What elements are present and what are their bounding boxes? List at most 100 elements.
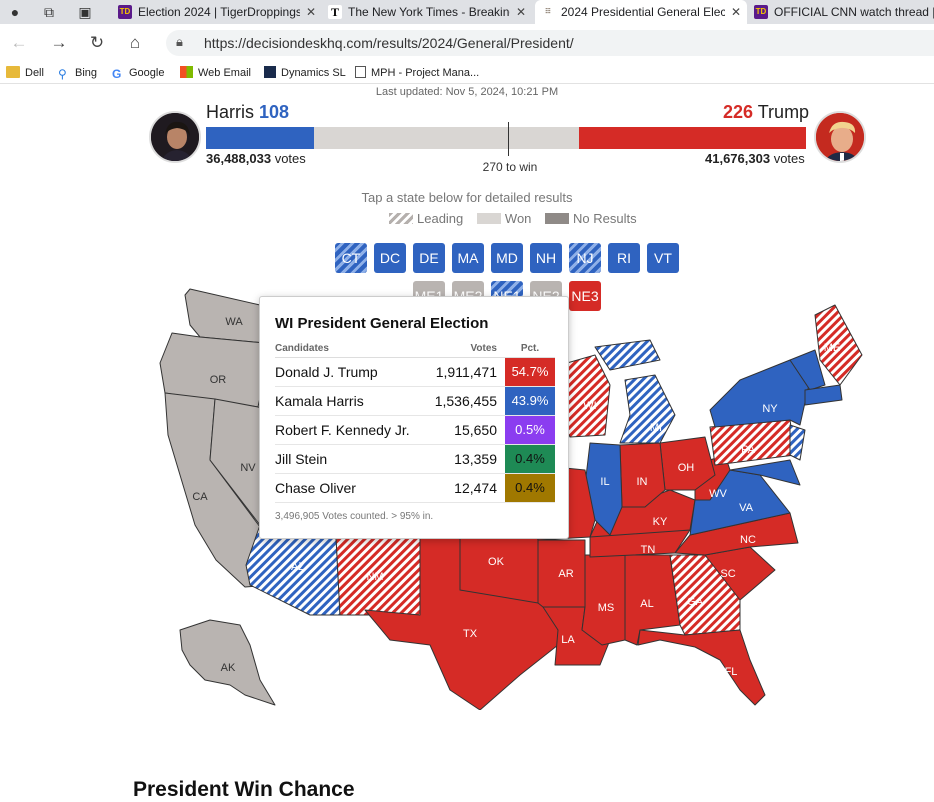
map-label-or: OR	[210, 374, 227, 386]
close-tab-icon[interactable]: ✕	[731, 0, 741, 24]
lock-icon[interactable]: 🔒︎	[176, 34, 183, 50]
last-updated: Last updated: Nov 5, 2024, 10:21 PM	[375, 86, 559, 98]
folder-icon	[6, 66, 20, 78]
map-label-ak: AK	[221, 662, 236, 674]
legend-no-results: No Results	[545, 211, 637, 226]
state-button-vt[interactable]: VT	[647, 243, 679, 273]
tooltip-title: WI President General Election	[275, 315, 489, 332]
trump-electoral-bar	[579, 127, 806, 149]
state-button-ma[interactable]: MA	[452, 243, 484, 273]
map-label-oh: OH	[678, 462, 695, 474]
state-button-ct[interactable]: CT	[335, 243, 367, 273]
map-label-nc: NC	[740, 534, 756, 546]
trump-avatar	[814, 111, 866, 163]
tigerdroppings-favicon-icon: TD	[118, 5, 132, 19]
bookmark-dell[interactable]: Dell	[6, 65, 44, 81]
map-label-in: IN	[637, 476, 648, 488]
state-button-dc[interactable]: DC	[374, 243, 406, 273]
bookmark-bing[interactable]: ⚲ Bing	[58, 65, 97, 81]
candidate-pct: 54.7%	[505, 357, 555, 387]
bookmark-web-email[interactable]: Web Email	[180, 65, 251, 81]
url-text[interactable]: https://decisiondeskhq.com/results/2024/…	[204, 35, 574, 51]
map-label-az: AZ	[291, 561, 305, 573]
header-candidates: Candidates	[275, 341, 427, 358]
map-label-pa: PA	[741, 444, 756, 456]
candidate-row: Donald J. Trump 1,911,471 54.7%	[275, 357, 555, 387]
legend-label: Won	[504, 211, 532, 226]
map-label-tx: TX	[463, 628, 478, 640]
trump-label: 226 Trump	[723, 102, 809, 123]
bookmark-mph[interactable]: MPH - Project Mana...	[355, 65, 479, 81]
bookmark-label: Dell	[25, 67, 44, 79]
state-button-nj[interactable]: NJ	[569, 243, 601, 273]
candidate-pct: 0.5%	[505, 415, 555, 445]
legend-swatch	[476, 213, 501, 224]
candidate-name: Kamala Harris	[275, 386, 427, 416]
legend-swatch	[389, 213, 413, 224]
candidate-row: Jill Stein 13,359 0.4%	[275, 444, 555, 474]
microsoft-icon	[180, 66, 193, 78]
state-results-tooltip: WI President General Election Candidates…	[259, 296, 569, 539]
workspaces-icon[interactable]: ⧉	[40, 3, 58, 21]
tab-tigerdroppings[interactable]: TD Election 2024 | TigerDroppings.co ✕	[112, 0, 322, 24]
candidate-votes: 13,359	[426, 444, 505, 474]
legend-label: No Results	[573, 211, 637, 226]
nyt-favicon-icon: T	[328, 5, 342, 19]
candidate-name: Donald J. Trump	[275, 357, 427, 387]
map-legend: Leading Won No Results	[389, 211, 647, 226]
harris-popular-votes: 36,488,033 votes	[206, 151, 306, 166]
map-label-ar: AR	[558, 568, 573, 580]
trump-votes-number: 41,676,303	[705, 151, 771, 166]
close-tab-icon[interactable]: ✕	[306, 0, 316, 24]
legend-won: Won	[476, 211, 532, 226]
state-button-de[interactable]: DE	[413, 243, 445, 273]
ddhq-favicon-icon: ☷	[541, 5, 555, 19]
bookmark-dynamics-sl[interactable]: Dynamics SL	[264, 65, 346, 81]
candidate-row: Robert F. Kennedy Jr. 15,650 0.5%	[275, 415, 555, 445]
candidate-row: Kamala Harris 1,536,455 43.9%	[275, 386, 555, 416]
map-label-ga: GA	[687, 596, 704, 608]
reload-icon[interactable]: ↻	[86, 32, 108, 54]
bookmark-label: Dynamics SL	[281, 67, 346, 79]
browser-nav-bar: ← → ↻ ⌂ 🔒︎ https://decisiondeskhq.com/re…	[0, 24, 934, 62]
tab-cnn-thread[interactable]: TD OFFICIAL CNN watch thread | Pag	[748, 0, 934, 24]
bookmark-google[interactable]: G Google	[112, 65, 164, 81]
trump-popular-votes: 41,676,303 votes	[705, 151, 805, 166]
harris-avatar	[149, 111, 201, 163]
candidate-name: Robert F. Kennedy Jr.	[275, 415, 427, 445]
state-ms	[581, 554, 626, 646]
map-label-al: AL	[640, 598, 653, 610]
map-label-wa: WA	[225, 316, 243, 328]
map-label-ms: MS	[598, 602, 615, 614]
map-label-ca: CA	[192, 491, 208, 503]
map-label-nv: NV	[240, 462, 256, 474]
home-icon[interactable]: ⌂	[124, 32, 146, 54]
state-button-ri[interactable]: RI	[608, 243, 640, 273]
legend-label: Leading	[417, 211, 464, 226]
map-label-ky: KY	[653, 516, 668, 528]
state-button-nh[interactable]: NH	[530, 243, 562, 273]
tigerdroppings-favicon-icon: TD	[754, 5, 768, 19]
tab-nytimes[interactable]: T The New York Times - Breaking N ✕	[322, 0, 532, 24]
tab-ddhq[interactable]: ☷ 2024 Presidential General Electio ✕	[535, 0, 747, 24]
candidate-name: Chase Oliver	[275, 473, 427, 503]
candidate-votes: 15,650	[426, 415, 505, 445]
tab-actions-icon[interactable]: ▣	[76, 3, 94, 21]
map-label-la: LA	[561, 634, 575, 646]
harris-electoral-bar	[206, 127, 315, 149]
map-label-nm: NM	[366, 571, 383, 583]
trump-name: Trump	[757, 102, 810, 122]
state-button-md[interactable]: MD	[491, 243, 523, 273]
to-win-marker	[508, 122, 509, 156]
section-title: President Win Chance	[133, 778, 355, 801]
back-arrow-icon[interactable]: ←	[8, 32, 30, 54]
close-tab-icon[interactable]: ✕	[516, 0, 526, 24]
profile-icon[interactable]: ●	[6, 3, 24, 21]
address-bar[interactable]: 🔒︎ https://decisiondeskhq.com/results/20…	[166, 30, 934, 56]
state-fl	[637, 629, 766, 706]
map-label-me: ME	[824, 342, 841, 354]
bookmarks-bar: Dell ⚲ Bing G Google Web Email Dynamics SL…	[0, 62, 934, 84]
bookmark-label: Web Email	[198, 67, 251, 79]
forward-arrow-icon[interactable]: →	[48, 32, 70, 54]
harris-electoral-votes: 108	[259, 102, 290, 122]
